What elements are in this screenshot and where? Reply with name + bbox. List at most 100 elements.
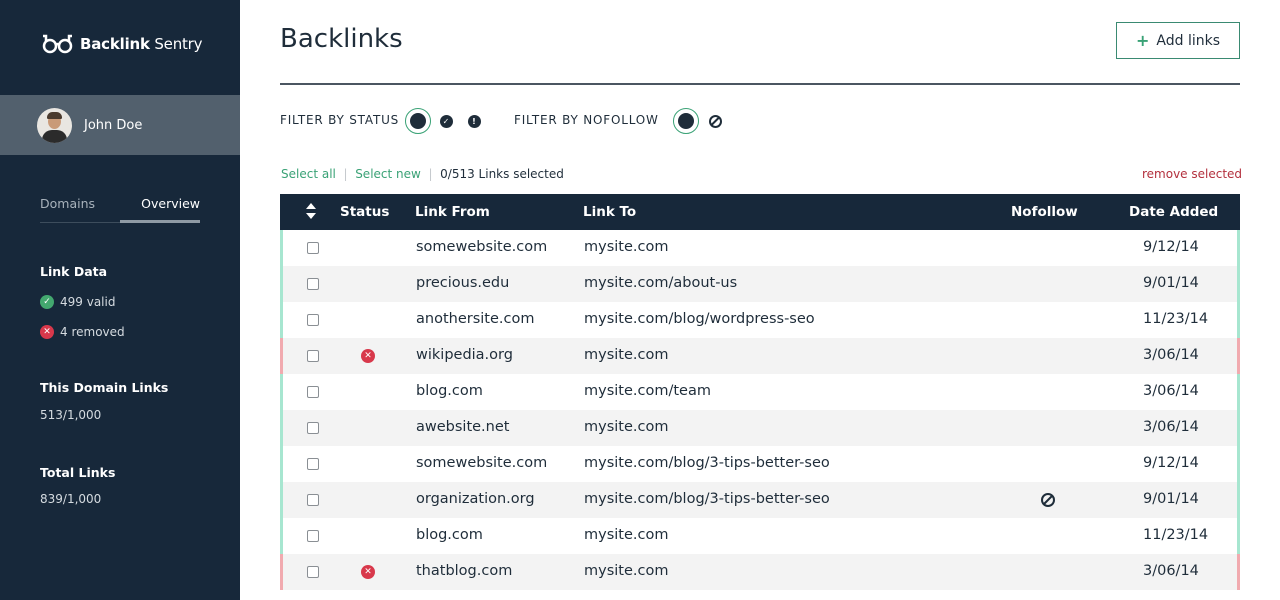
link-to-cell[interactable]: mysite.com/team [584, 383, 711, 399]
date-added-cell: 3/06/14 [1143, 347, 1199, 363]
valid-count: ✓ 499 valid [40, 295, 115, 309]
exclamation-icon: ! [467, 114, 481, 128]
date-added-cell: 11/23/14 [1143, 311, 1209, 327]
select-new-link[interactable]: Select new [355, 167, 421, 181]
row-checkbox[interactable] [307, 278, 319, 290]
separator: | [424, 167, 437, 181]
link-from-cell[interactable]: anothersite.com [416, 311, 534, 327]
avatar [37, 107, 72, 143]
date-added-cell: 9/12/14 [1143, 455, 1199, 471]
link-from-cell[interactable]: precious.edu [416, 275, 509, 291]
link-to-cell[interactable]: mysite.com/blog/wordpress-seo [584, 311, 815, 327]
header-nofollow[interactable]: Nofollow [1011, 204, 1078, 220]
removed-status-icon: ✕ [361, 349, 375, 363]
table-row[interactable]: blog.com mysite.com/team 3/06/14 [280, 374, 1240, 410]
date-added-cell: 9/12/14 [1143, 239, 1199, 255]
link-to-cell[interactable]: mysite.com [584, 239, 668, 255]
removed-status-icon: ✕ [361, 565, 375, 579]
add-links-label: Add links [1156, 32, 1220, 49]
row-checkbox[interactable] [307, 350, 319, 362]
link-from-cell[interactable]: blog.com [416, 527, 483, 543]
table-row[interactable]: anothersite.com mysite.com/blog/wordpress… [280, 302, 1240, 338]
filter-nofollow-only[interactable] [702, 108, 728, 134]
link-from-cell[interactable]: blog.com [416, 383, 483, 399]
table-row[interactable]: ✕ wikipedia.org mysite.com 3/06/14 [280, 338, 1240, 374]
filter-status-label: FILTER BY STATUS [280, 113, 400, 127]
table-row[interactable]: somewebsite.com mysite.com/blog/3-tips-be… [280, 446, 1240, 482]
row-checkbox[interactable] [307, 458, 319, 470]
sort-icon[interactable] [305, 202, 317, 220]
domain-links-title: This Domain Links [40, 380, 169, 395]
row-checkbox[interactable] [307, 530, 319, 542]
table-row[interactable]: blog.com mysite.com 11/23/14 [280, 518, 1240, 554]
backlinks-table: Status Link From Link To Nofollow Date A… [280, 194, 1240, 590]
user-name: John Doe [84, 117, 143, 133]
header-link-to[interactable]: Link To [583, 204, 636, 220]
logo[interactable]: Backlink Sentry [40, 30, 203, 58]
row-checkbox[interactable] [307, 566, 319, 578]
link-to-cell[interactable]: mysite.com/blog/3-tips-better-seo [584, 455, 830, 471]
link-to-cell[interactable]: mysite.com [584, 527, 668, 543]
date-added-cell: 3/06/14 [1143, 563, 1199, 579]
remove-selected-link[interactable]: remove selected [1142, 167, 1242, 181]
link-data-title: Link Data [40, 264, 108, 279]
link-from-cell[interactable]: somewebsite.com [416, 239, 547, 255]
header-status[interactable]: Status [340, 204, 389, 220]
user-profile[interactable]: John Doe [0, 95, 240, 155]
nofollow-icon [1041, 493, 1055, 507]
ban-icon [708, 114, 722, 128]
select-all-link[interactable]: Select all [281, 167, 336, 181]
table-row[interactable]: somewebsite.com mysite.com 9/12/14 [280, 230, 1240, 266]
domain-links-value: 513/1,000 [40, 408, 102, 422]
date-added-cell: 11/23/14 [1143, 527, 1209, 543]
link-from-cell[interactable]: somewebsite.com [416, 455, 547, 471]
date-added-cell: 3/06/14 [1143, 383, 1199, 399]
removed-count-label: 4 removed [60, 325, 125, 339]
filter-nofollow-label: FILTER BY NOFOLLOW [514, 113, 659, 127]
link-to-cell[interactable]: mysite.com/blog/3-tips-better-seo [584, 491, 830, 507]
row-checkbox[interactable] [307, 494, 319, 506]
table-row[interactable]: awebsite.net mysite.com 3/06/14 [280, 410, 1240, 446]
x-icon: ✕ [40, 325, 54, 339]
filter-status-removed[interactable]: ! [461, 108, 487, 134]
link-to-cell[interactable]: mysite.com [584, 563, 668, 579]
link-to-cell[interactable]: mysite.com [584, 347, 668, 363]
sidebar-tabs: Domains Overview [40, 193, 200, 223]
separator: | [339, 167, 352, 181]
table-body: somewebsite.com mysite.com 9/12/14 precious… [280, 230, 1240, 590]
row-checkbox[interactable] [307, 314, 319, 326]
sidebar: Backlink Sentry John Doe Domains Overvie… [0, 0, 240, 600]
selected-count: 0/513 Links selected [440, 167, 564, 181]
table-row[interactable]: precious.edu mysite.com/about-us 9/01/14 [280, 266, 1240, 302]
removed-count: ✕ 4 removed [40, 325, 125, 339]
brand-name: Backlink Sentry [80, 35, 203, 53]
header-date-added[interactable]: Date Added [1129, 204, 1218, 220]
filter-status-all[interactable] [405, 108, 431, 134]
filter-nofollow-all[interactable] [673, 108, 699, 134]
row-checkbox[interactable] [307, 386, 319, 398]
header-link-from[interactable]: Link From [415, 204, 490, 220]
add-links-button[interactable]: + Add links [1116, 22, 1240, 59]
all-dot-icon [678, 113, 694, 129]
link-from-cell[interactable]: awebsite.net [416, 419, 509, 435]
valid-count-label: 499 valid [60, 295, 116, 309]
link-from-cell[interactable]: wikipedia.org [416, 347, 513, 363]
all-dot-icon [410, 113, 426, 129]
table-row[interactable]: ✕ thatblog.com mysite.com 3/06/14 [280, 554, 1240, 590]
filter-status-valid[interactable]: ✓ [433, 108, 459, 134]
date-added-cell: 3/06/14 [1143, 419, 1199, 435]
link-from-cell[interactable]: organization.org [416, 491, 535, 507]
check-icon: ✓ [40, 295, 54, 309]
link-to-cell[interactable]: mysite.com/about-us [584, 275, 737, 291]
total-links-title: Total Links [40, 465, 116, 480]
tab-overview[interactable]: Overview [120, 193, 200, 223]
link-from-cell[interactable]: thatblog.com [416, 563, 512, 579]
selection-bar: Select all | Select new | 0/513 Links se… [281, 167, 564, 181]
row-checkbox[interactable] [307, 242, 319, 254]
table-row[interactable]: organization.org mysite.com/blog/3-tips-b… [280, 482, 1240, 518]
tab-domains[interactable]: Domains [40, 193, 120, 222]
row-checkbox[interactable] [307, 422, 319, 434]
glasses-logo-icon [42, 34, 73, 54]
link-to-cell[interactable]: mysite.com [584, 419, 668, 435]
page-title: Backlinks [280, 24, 403, 54]
